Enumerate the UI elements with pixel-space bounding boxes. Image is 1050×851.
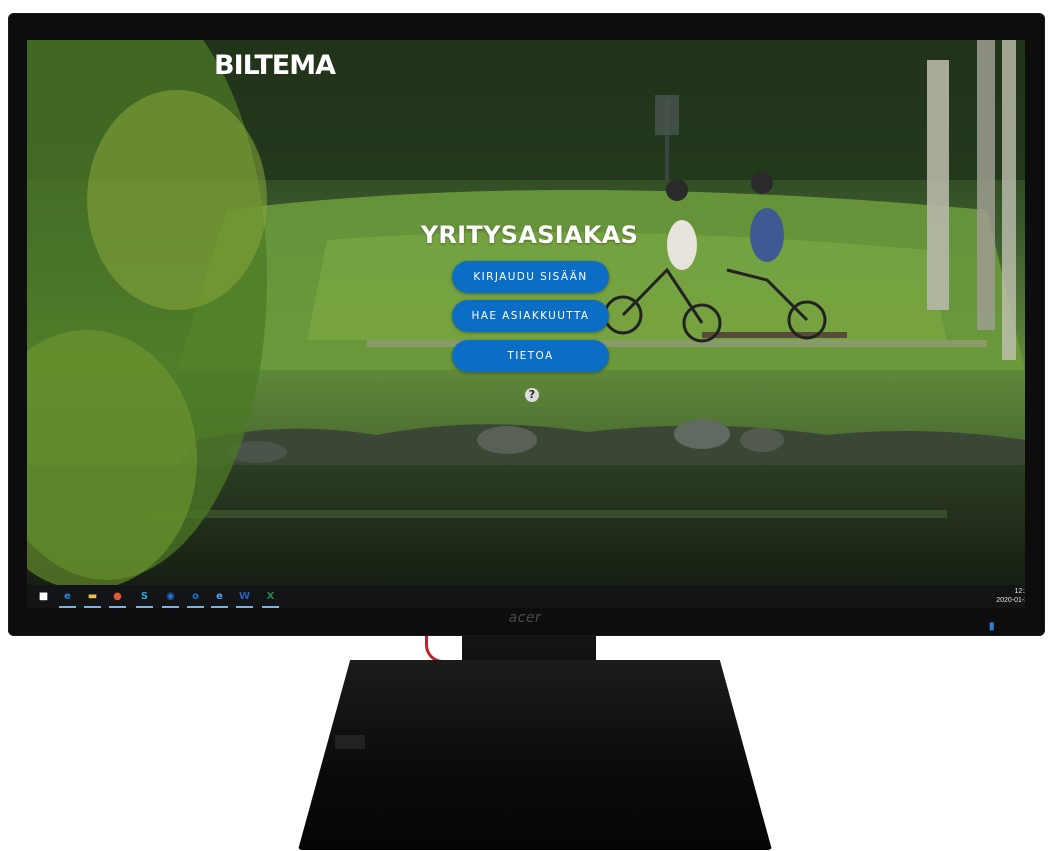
info-button[interactable]: TIETOA [452, 340, 609, 372]
screen: ▲ BILTEMA YRITYSASIAKAS KIRJAUDU SISÄÄN … [27, 40, 1025, 608]
monitor-stand-base [298, 660, 772, 850]
stand-sticker [335, 735, 365, 749]
clock-time: 12:26 [1014, 588, 1025, 595]
windows-taskbar: ■e▬●S◉oeWX 12:26 2020-01-30 [27, 585, 1025, 608]
teamviewer-icon[interactable]: ◉ [162, 588, 179, 608]
page-title: YRITYSASIAKAS [420, 221, 639, 249]
biltema-logo[interactable]: BILTEMA [214, 52, 372, 79]
monitor-brand-logo: acer [508, 610, 542, 626]
word-icon[interactable]: W [236, 588, 253, 608]
help-icon[interactable]: ? [525, 388, 539, 402]
login-button[interactable]: KIRJAUDU SISÄÄN [452, 261, 609, 293]
chrome-icon[interactable]: ● [109, 588, 126, 608]
power-led-icon: ▮ [989, 621, 995, 632]
file-explorer-icon[interactable]: ▬ [84, 588, 101, 608]
edge-icon[interactable]: e [59, 588, 76, 608]
clock-date: 2020-01-30 [996, 597, 1025, 604]
apply-for-account-button[interactable]: HAE ASIAKKUUTTA [452, 300, 609, 332]
excel-icon[interactable]: X [262, 588, 279, 608]
taskbar-clock[interactable]: 12:26 2020-01-30 [987, 587, 1025, 605]
skype-icon[interactable]: S [136, 588, 153, 608]
internet-explorer-icon[interactable]: e [211, 588, 228, 608]
windows-start-icon[interactable]: ■ [35, 588, 52, 605]
outlook-icon[interactable]: o [187, 588, 204, 608]
